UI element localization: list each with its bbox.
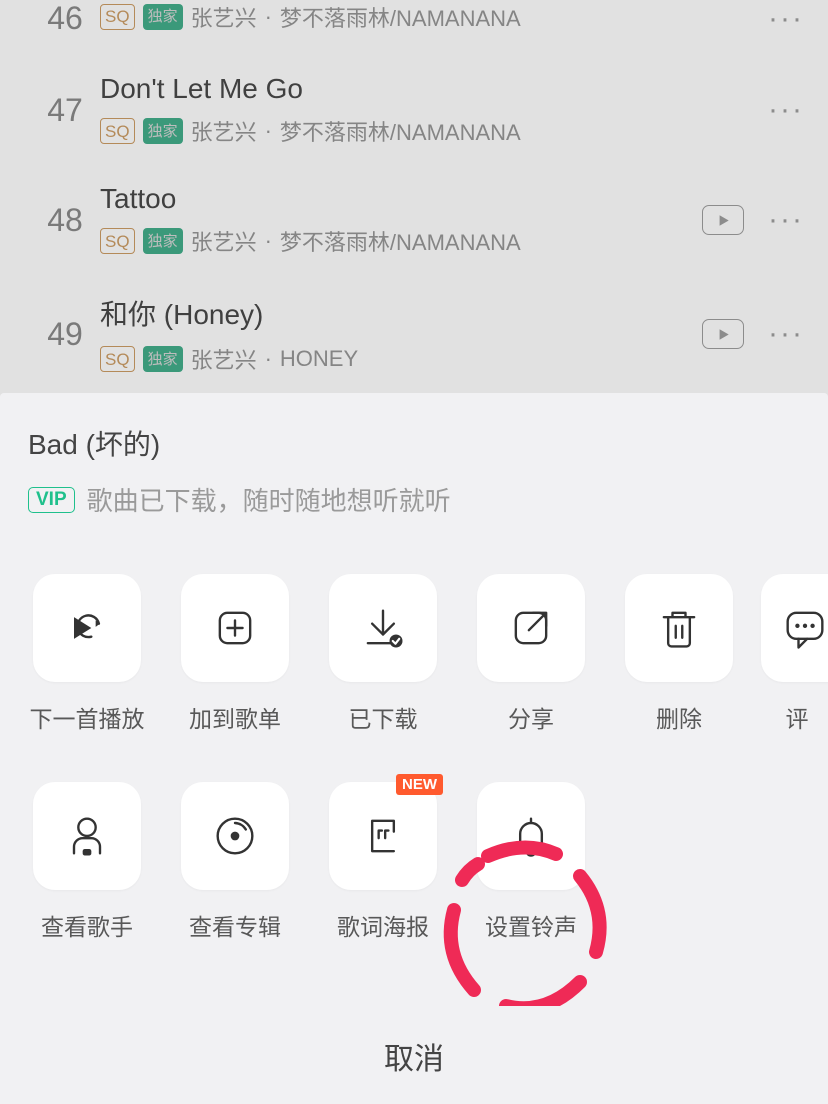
exclusive-badge: 独家 — [143, 346, 183, 372]
action-label: 查看专辑 — [189, 908, 281, 942]
exclusive-badge: 独家 — [143, 4, 183, 30]
song-title: Tattoo — [100, 183, 702, 215]
exclusive-badge: 独家 — [143, 118, 183, 144]
album-icon — [209, 810, 261, 862]
album-text: 梦不落雨林/NAMANANA — [280, 115, 521, 147]
sq-badge: SQ — [100, 228, 135, 254]
action-view-artist[interactable]: 查看歌手 — [28, 782, 146, 942]
action-label: 下一首播放 — [30, 700, 145, 734]
song-row[interactable]: 47 Don't Let Me Go SQ 独家 张艺兴 · 梦不落雨林/NAM… — [0, 55, 828, 165]
action-downloaded[interactable]: 已下载 — [324, 574, 442, 734]
song-row[interactable]: 48 Tattoo SQ 独家 张艺兴 · 梦不落雨林/NAMANANA ··· — [0, 165, 828, 275]
artist-icon — [61, 810, 113, 862]
action-play-next[interactable]: 下一首播放 — [28, 574, 146, 734]
album-text: HONEY — [280, 346, 358, 372]
song-row[interactable]: 49 和你 (Honey) SQ 独家 张艺兴 · HONEY ··· — [0, 275, 828, 393]
song-row[interactable]: 46 SQ 独家 张艺兴 · 梦不落雨林/NAMANANA ··· — [0, 0, 828, 55]
action-share[interactable]: 分享 — [472, 574, 590, 734]
more-icon[interactable]: ··· — [768, 2, 804, 36]
song-list: 46 SQ 独家 张艺兴 · 梦不落雨林/NAMANANA ··· 47 Don… — [0, 0, 828, 420]
album-text: 梦不落雨林/NAMANANA — [280, 1, 521, 33]
exclusive-badge: 独家 — [143, 228, 183, 254]
action-view-album[interactable]: 查看专辑 — [176, 782, 294, 942]
song-title: 和你 (Honey) — [100, 293, 702, 333]
mv-icon[interactable] — [702, 205, 744, 235]
action-set-ringtone[interactable]: 设置铃声 — [472, 782, 590, 942]
action-label: 删除 — [656, 700, 702, 734]
song-title: Don't Let Me Go — [100, 73, 768, 105]
artist-text: 张艺兴 — [191, 1, 257, 33]
comment-icon — [779, 602, 828, 654]
action-label: 查看歌手 — [41, 908, 133, 942]
more-icon[interactable]: ··· — [768, 203, 804, 237]
action-delete[interactable]: 删除 — [620, 574, 738, 734]
action-comment[interactable]: 评 — [768, 574, 826, 734]
sq-badge: SQ — [100, 4, 135, 30]
artist-text: 张艺兴 — [191, 343, 257, 375]
download-done-icon — [357, 602, 409, 654]
song-index: 48 — [30, 202, 100, 239]
play-next-icon — [61, 602, 113, 654]
action-sheet: Bad (坏的) VIP 歌曲已下载，随时随地想听就听 下一首播放 加到歌单 已… — [0, 393, 828, 1104]
action-label: 评 — [786, 700, 809, 734]
action-label: 设置铃声 — [485, 908, 577, 942]
more-icon[interactable]: ··· — [768, 317, 804, 351]
album-text: 梦不落雨林/NAMANANA — [280, 225, 521, 257]
song-index: 47 — [30, 92, 100, 129]
new-badge: NEW — [396, 774, 443, 795]
sq-badge: SQ — [100, 118, 135, 144]
more-icon[interactable]: ··· — [768, 93, 804, 127]
sheet-subtitle: 歌曲已下载，随时随地想听就听 — [87, 481, 451, 518]
action-label: 加到歌单 — [189, 700, 281, 734]
trash-icon — [653, 602, 705, 654]
mv-icon[interactable] — [702, 319, 744, 349]
cancel-button[interactable]: 取消 — [0, 1006, 828, 1104]
vip-badge: VIP — [28, 487, 75, 513]
action-label: 分享 — [508, 700, 554, 734]
song-index: 46 — [30, 0, 100, 37]
action-lyric-poster[interactable]: NEW 歌词海报 — [324, 782, 442, 942]
sheet-title: Bad (坏的) — [28, 423, 800, 463]
artist-text: 张艺兴 — [191, 115, 257, 147]
action-add-playlist[interactable]: 加到歌单 — [176, 574, 294, 734]
lyric-poster-icon — [357, 810, 409, 862]
sq-badge: SQ — [100, 346, 135, 372]
action-label: 已下载 — [349, 700, 418, 734]
song-index: 49 — [30, 316, 100, 353]
bell-icon — [505, 810, 557, 862]
artist-text: 张艺兴 — [191, 225, 257, 257]
share-icon — [505, 602, 557, 654]
add-playlist-icon — [209, 602, 261, 654]
action-label: 歌词海报 — [337, 908, 429, 942]
